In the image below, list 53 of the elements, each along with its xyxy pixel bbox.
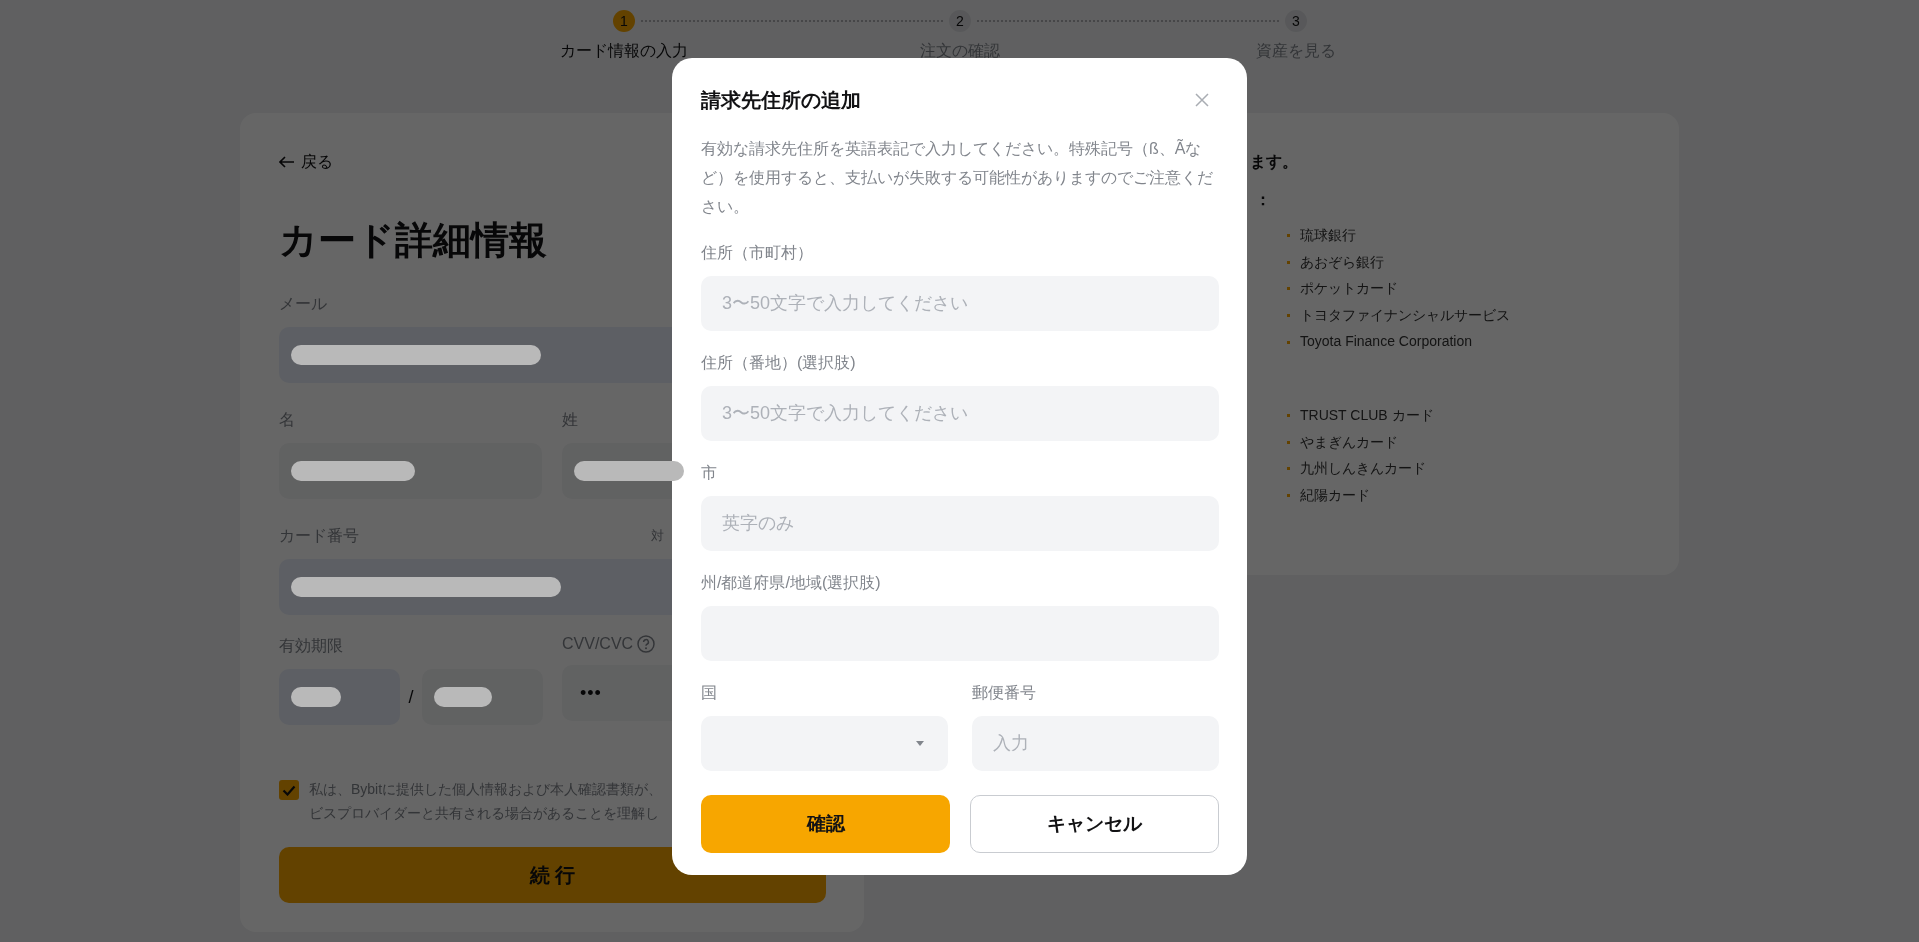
field-label: 州/都道府県/地域(選択肢) [701, 573, 881, 593]
step-label: カード情報の入力 [560, 41, 688, 61]
bullet-icon [1287, 414, 1290, 418]
arrow-left-icon [279, 156, 295, 168]
subheading-text: ： [1255, 190, 1272, 210]
input-field[interactable]: 3〜50文字で入力してください [701, 276, 1219, 331]
input-field[interactable]: 3〜50文字で入力してください [701, 386, 1219, 441]
card-issuer: あおぞら銀行 [1300, 252, 1384, 272]
redaction-mark [291, 687, 341, 707]
card-issuer: 琉球銀行 [1300, 226, 1356, 245]
cancel-button[interactable]: キャンセル [970, 795, 1219, 853]
caret-icon [916, 740, 924, 747]
card-issuer: ポケットカード [1300, 279, 1398, 299]
bullet-icon [1287, 340, 1290, 344]
back-link[interactable]: 戻る [279, 151, 333, 173]
help-icon [637, 635, 656, 653]
field-label: 住所（番地）(選択肢) [701, 353, 856, 373]
card-issuer: TRUST CLUB カード [1300, 405, 1434, 425]
heading-text: ます。 [1250, 152, 1299, 172]
first-name-field[interactable] [279, 443, 542, 499]
bullet-icon [1287, 234, 1290, 238]
card-issuer: トヨタファイナンシャルサービス [1300, 305, 1510, 325]
bullet-icon [1287, 494, 1290, 498]
card-issuer: Toyota Finance Corporation [1300, 332, 1472, 352]
card-issuer: 九州しんきんカード [1300, 459, 1426, 479]
confirm-button[interactable]: 確認 [701, 795, 950, 853]
bullet-icon [1287, 287, 1290, 291]
date-separator: / [407, 686, 415, 708]
bullet-icon [1287, 260, 1290, 264]
card-issuer: 紀陽カード [1300, 485, 1370, 505]
field-label: 国 [701, 683, 717, 703]
redaction-mark [434, 687, 492, 707]
field-label: 市 [701, 463, 717, 483]
step-number: 3 [1285, 10, 1307, 32]
field-label: 郵便番号 [972, 683, 1036, 703]
input-field[interactable]: 入力 [972, 716, 1219, 771]
bullet-icon [1287, 467, 1290, 471]
close-button[interactable] [1193, 91, 1211, 109]
step-number: 1 [613, 10, 635, 32]
close-icon [1193, 91, 1211, 109]
expiry-month-field[interactable] [279, 669, 400, 725]
field-label: 住所（市町村） [701, 243, 813, 263]
bullet-icon [1287, 314, 1290, 318]
bullet-icon [1287, 440, 1290, 444]
expiry-year-field[interactable] [422, 669, 543, 725]
card-issuer: やまぎんカード [1300, 432, 1398, 452]
dialog-description: 有効な請求先住所を英語表記で入力してください。特殊記号（ß、Ãなど）を使用すると、支払いが失敗する可能性がありますのでご注意ください。 [701, 138, 1214, 217]
page-title: カード詳細情報 [279, 218, 547, 263]
step-number: 2 [949, 10, 971, 32]
consent-checkbox[interactable] [279, 780, 299, 800]
input-field[interactable]: 英字のみ [701, 496, 1219, 551]
select-field[interactable] [701, 716, 948, 771]
dialog-title: 請求先住所の追加 [701, 87, 861, 113]
